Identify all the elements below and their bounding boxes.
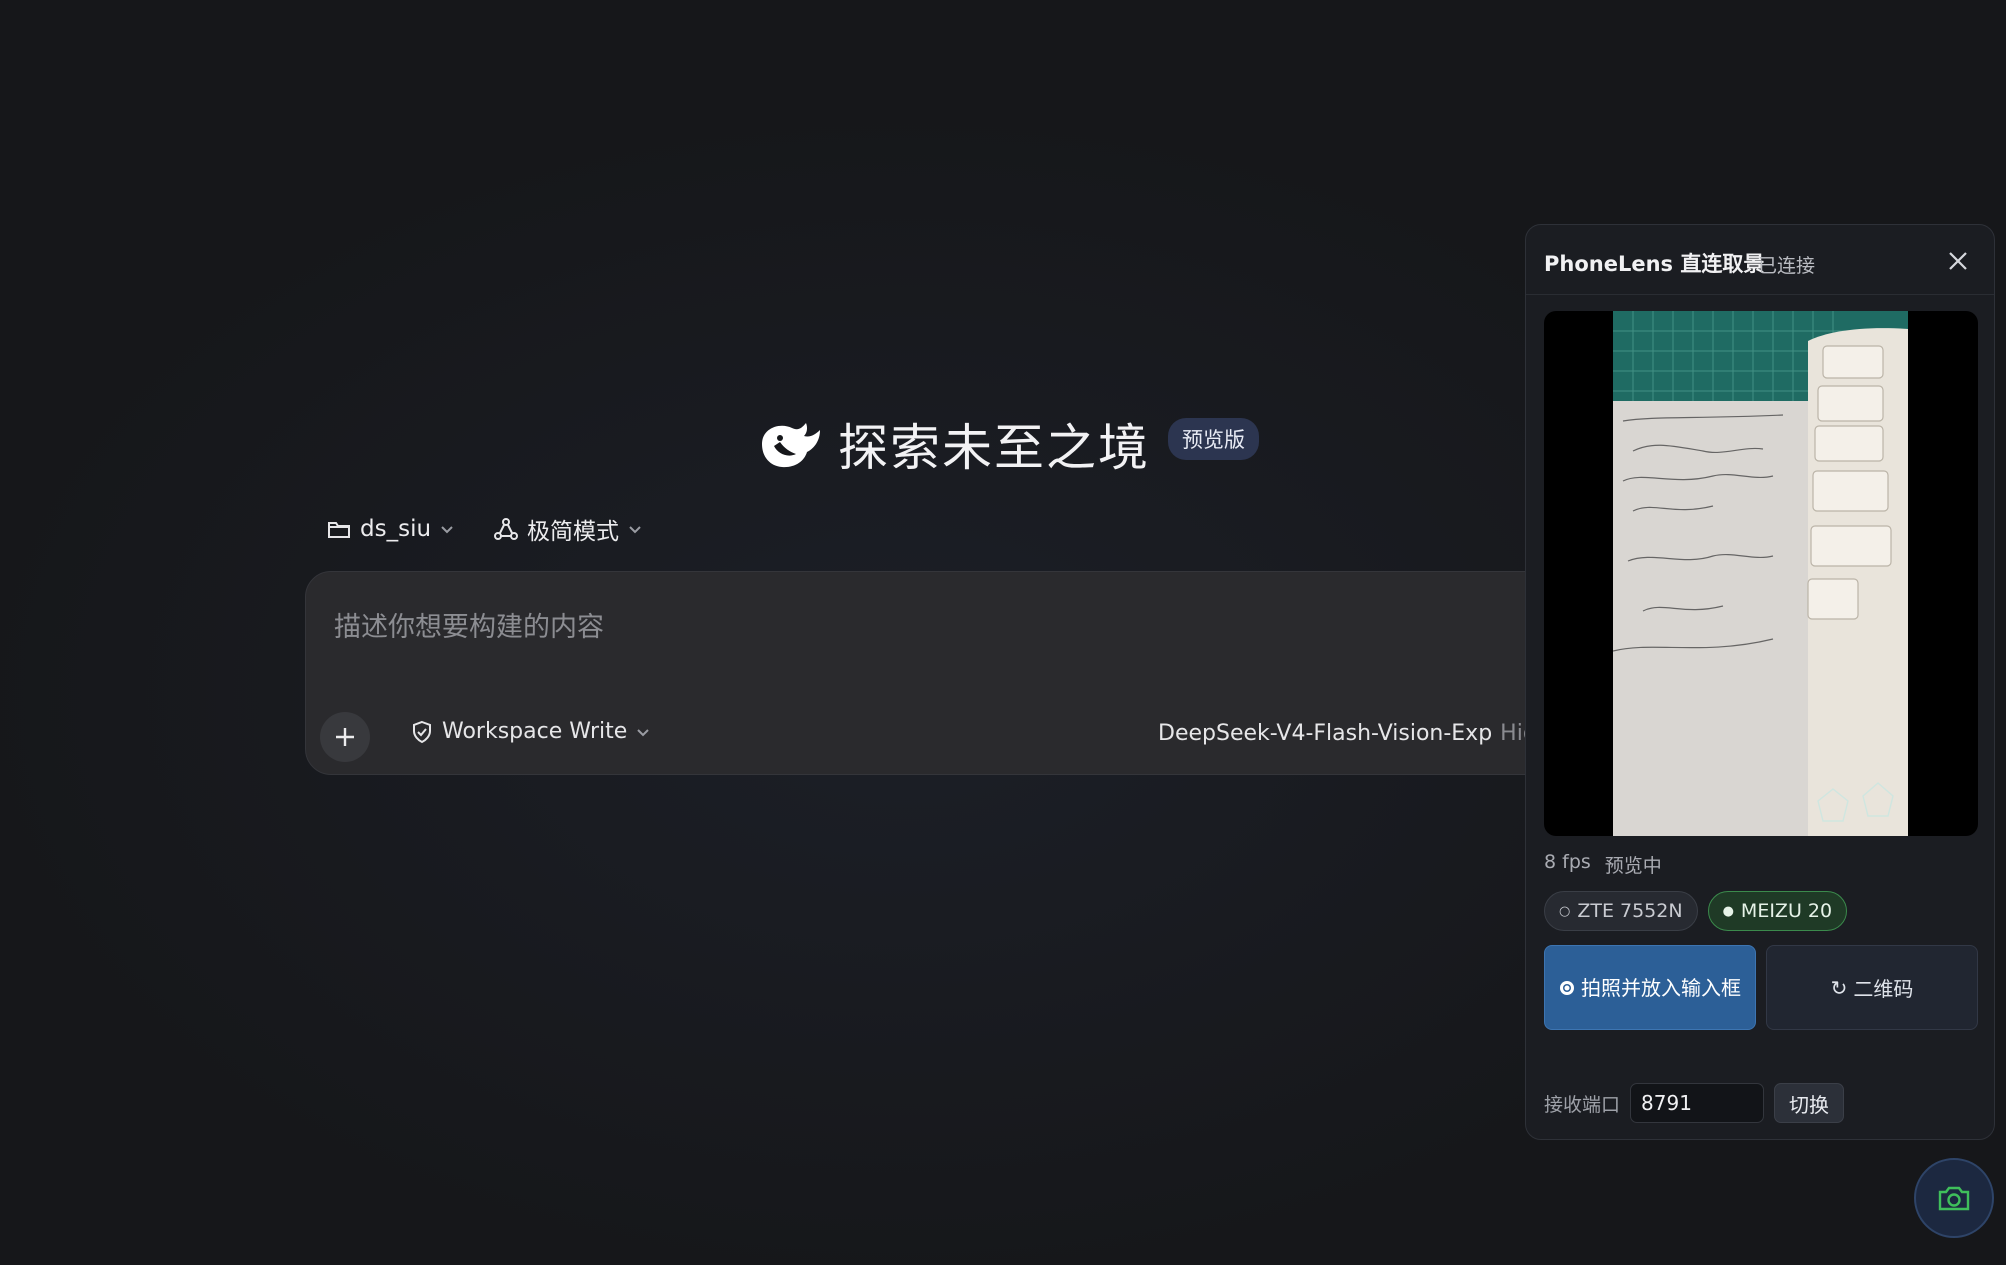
model-name: DeepSeek-V4-Flash-Vision-Exp bbox=[1158, 721, 1493, 746]
close-button[interactable] bbox=[1944, 247, 1972, 275]
phonelens-panel: PhoneLens 直连取景 已连接 8 fps 预览中 ○ ZTE 7552N… bbox=[1525, 224, 1995, 1140]
capture-to-input-button[interactable]: 拍照并放入输入框 bbox=[1544, 945, 1756, 1030]
panel-title: PhoneLens 直连取景 bbox=[1544, 252, 1765, 276]
hero-title: 探索未至之境 bbox=[838, 419, 1150, 477]
camera-toggle-button[interactable] bbox=[1914, 1158, 1994, 1238]
capture-label: 拍照并放入输入框 bbox=[1559, 974, 1741, 1002]
model-selector[interactable]: DeepSeek-V4-Flash-Vision-Exp High bbox=[1158, 721, 1551, 746]
folder-icon bbox=[328, 522, 350, 538]
mode-label: 极简模式 bbox=[527, 519, 620, 545]
prompt-input[interactable] bbox=[334, 602, 1534, 652]
switch-port-button[interactable]: 切换 bbox=[1774, 1083, 1845, 1123]
composer: Workspace Write DeepSeek-V4-Flash-Vision… bbox=[305, 571, 1575, 775]
folder-label: ds_siu bbox=[360, 516, 432, 542]
hero: 探索未至之境 预览版 bbox=[758, 408, 1259, 480]
app-window: 探索未至之境 预览版 ds_siu 极简模式 Works bbox=[0, 0, 2006, 1265]
permission-selector[interactable]: Workspace Write bbox=[410, 719, 651, 744]
selector-row: ds_siu 极简模式 bbox=[326, 512, 643, 546]
radio-dot-icon bbox=[1560, 980, 1574, 995]
add-attachment-button[interactable] bbox=[320, 712, 370, 762]
permission-label: Workspace Write bbox=[442, 719, 628, 744]
device-status-dot: ● bbox=[1722, 903, 1734, 919]
qr-label: 二维码 bbox=[1853, 977, 1914, 1001]
device-status-dot: ○ bbox=[1559, 903, 1571, 919]
preview-status: 预览中 bbox=[1604, 855, 1662, 877]
network-icon bbox=[494, 518, 519, 540]
connection-status: 已连接 bbox=[1758, 255, 1816, 277]
chevron-down-icon bbox=[441, 526, 453, 534]
stream-info: 8 fps 预览中 bbox=[1544, 851, 1662, 878]
camera-icon bbox=[1938, 1186, 1970, 1211]
preview-badge: 预览版 bbox=[1168, 418, 1259, 460]
camera-frame bbox=[1613, 311, 1908, 836]
device-list: ○ ZTE 7552N ● MEIZU 20 bbox=[1544, 891, 1848, 931]
device-label: MEIZU 20 bbox=[1740, 900, 1833, 922]
chevron-down-icon bbox=[629, 526, 641, 534]
camera-preview bbox=[1544, 311, 1978, 836]
close-icon bbox=[1949, 252, 1967, 270]
shield-check-icon bbox=[413, 720, 431, 743]
folder-selector[interactable]: ds_siu bbox=[326, 516, 455, 542]
refresh-icon: ↻ bbox=[1830, 975, 1848, 1000]
fps-text: 8 fps bbox=[1544, 851, 1591, 873]
chevron-down-icon bbox=[637, 728, 650, 736]
port-label: 接收端口 bbox=[1544, 1093, 1621, 1116]
port-input[interactable] bbox=[1630, 1083, 1765, 1123]
action-row: 拍照并放入输入框 ↻ 二维码 bbox=[1544, 945, 1978, 1030]
deepseek-whale-icon bbox=[762, 423, 820, 468]
device-label: ZTE 7552N bbox=[1577, 900, 1683, 922]
port-row: 接收端口 切换 bbox=[1544, 1083, 1845, 1123]
panel-header: PhoneLens 直连取景 已连接 bbox=[1526, 225, 1994, 295]
mode-selector[interactable]: 极简模式 bbox=[493, 512, 643, 546]
qr-code-button[interactable]: ↻ 二维码 bbox=[1766, 945, 1978, 1030]
device-chip-zte[interactable]: ○ ZTE 7552N bbox=[1544, 891, 1698, 931]
plus-icon bbox=[336, 728, 354, 746]
device-chip-meizu[interactable]: ● MEIZU 20 bbox=[1707, 891, 1848, 931]
